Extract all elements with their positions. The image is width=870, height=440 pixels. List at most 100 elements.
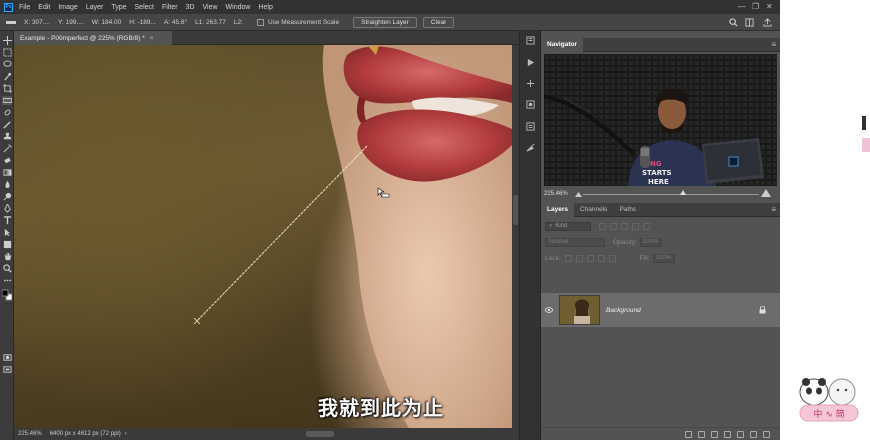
zoom-tool-icon[interactable]: [2, 264, 12, 273]
filter-smart-object-icon[interactable]: [643, 222, 650, 230]
pen-tool-icon[interactable]: [2, 204, 12, 213]
status-doc-size: 6400 px x 4612 px (72 ppi): [49, 431, 121, 437]
color-swatches-icon[interactable]: [2, 289, 12, 301]
layer-name[interactable]: Background: [606, 307, 641, 314]
menu-edit[interactable]: Edit: [38, 4, 50, 11]
navigator-zoom-value[interactable]: 225.46%: [544, 191, 568, 197]
document-tab[interactable]: Example - PiXimperfect @ 225% (RGB/8) * …: [14, 31, 172, 45]
layers-panel-menu-icon[interactable]: ≡: [771, 205, 776, 214]
menu-file[interactable]: File: [19, 4, 30, 11]
menu-window[interactable]: Window: [226, 4, 251, 11]
clear-button[interactable]: Clear: [422, 16, 455, 28]
blur-tool-icon[interactable]: [2, 180, 12, 189]
workspace-icon[interactable]: [745, 18, 754, 27]
lock-all-icon[interactable]: [608, 254, 616, 262]
zoom-out-icon[interactable]: [575, 191, 582, 197]
layer-thumbnail: [559, 295, 600, 325]
filter-type-icon[interactable]: [621, 222, 628, 230]
brush-tool-icon[interactable]: [2, 120, 12, 129]
menu-3d[interactable]: 3D: [186, 4, 195, 11]
delete-layer-icon[interactable]: [763, 430, 770, 438]
actions-play-icon[interactable]: [526, 58, 535, 67]
tab-navigator[interactable]: Navigator: [541, 37, 583, 52]
history-brush-tool-icon[interactable]: [2, 144, 12, 153]
layer-row-background[interactable]: Background: [541, 293, 780, 327]
shape-tool-icon[interactable]: [2, 240, 12, 249]
move-tool-icon[interactable]: [2, 36, 12, 45]
layer-style-icon[interactable]: [698, 430, 705, 438]
lock-artboard-icon[interactable]: [597, 254, 605, 262]
search-icon[interactable]: [729, 18, 738, 27]
tab-layers[interactable]: Layers: [541, 202, 574, 217]
layer-kind-filter[interactable]: ⌕ Kind: [545, 221, 591, 231]
new-layer-icon[interactable]: [750, 430, 757, 438]
eraser-tool-icon[interactable]: [2, 156, 12, 165]
stamp-tool-icon[interactable]: [2, 132, 12, 141]
tab-channels[interactable]: Channels: [574, 203, 613, 217]
filter-adjustment-icon[interactable]: [610, 222, 617, 230]
history-panel-icon[interactable]: [526, 36, 535, 45]
adjustments-icon[interactable]: [526, 79, 535, 88]
status-arrow-icon[interactable]: ›: [125, 431, 127, 437]
new-adjustment-icon[interactable]: [724, 430, 731, 438]
document-canvas[interactable]: [14, 45, 512, 428]
lock-position-icon[interactable]: [586, 254, 594, 262]
ruler-tool-icon[interactable]: [2, 96, 12, 105]
vertical-scroll-thumb[interactable]: [513, 195, 518, 225]
fill-input[interactable]: 100%: [652, 253, 675, 263]
gradient-tool-icon[interactable]: [2, 168, 12, 177]
menu-filter[interactable]: Filter: [162, 4, 178, 11]
menu-view[interactable]: View: [203, 4, 218, 11]
close-window-button[interactable]: ✕: [766, 2, 773, 11]
new-group-icon[interactable]: [737, 430, 744, 438]
share-icon[interactable]: [763, 18, 772, 27]
tab-paths[interactable]: Paths: [613, 203, 642, 217]
options-bar: X: 307.... Y: 199.... W: 184.00 H: -189.…: [0, 14, 780, 31]
lock-transparent-icon[interactable]: [564, 254, 572, 262]
type-tool-icon[interactable]: [2, 216, 12, 225]
minimize-button[interactable]: —: [738, 2, 746, 11]
maximize-button[interactable]: ❐: [752, 2, 759, 11]
properties-icon[interactable]: [526, 122, 535, 131]
menu-help[interactable]: Help: [258, 4, 272, 11]
quick-select-tool-icon[interactable]: [2, 72, 12, 81]
navigator-zoom-knob[interactable]: [680, 190, 686, 195]
menu-image[interactable]: Image: [58, 4, 77, 11]
canvas-vertical-scrollbar[interactable]: [512, 45, 519, 428]
menu-type[interactable]: Type: [111, 4, 126, 11]
straighten-layer-button[interactable]: Straighten Layer: [353, 16, 417, 28]
eye-icon[interactable]: [541, 307, 557, 313]
zoom-in-icon[interactable]: [761, 189, 771, 197]
filter-pixel-icon[interactable]: [599, 222, 606, 230]
menu-select[interactable]: Select: [135, 4, 154, 11]
lock-pixels-icon[interactable]: [575, 254, 583, 262]
screen-mode-icon[interactable]: [2, 365, 12, 374]
photo-content: [193, 45, 512, 428]
navigator-preview[interactable]: KING STARTS HERE: [544, 54, 777, 186]
swatches-icon[interactable]: [526, 100, 535, 109]
hand-tool-icon[interactable]: [2, 252, 12, 261]
close-document-icon[interactable]: ×: [150, 35, 154, 42]
menu-layer[interactable]: Layer: [86, 4, 104, 11]
path-select-tool-icon[interactable]: [2, 228, 12, 237]
measurement-scale-checkbox[interactable]: [256, 18, 264, 26]
quick-mask-icon[interactable]: [2, 353, 12, 362]
add-mask-icon[interactable]: [711, 430, 718, 438]
opacity-input[interactable]: 100%: [639, 237, 662, 247]
marquee-tool-icon[interactable]: [2, 48, 12, 57]
healing-brush-tool-icon[interactable]: [2, 108, 12, 117]
ruler-tool-icon[interactable]: [6, 20, 16, 24]
brush-settings-icon[interactable]: [526, 143, 535, 152]
measure-line[interactable]: [196, 145, 368, 322]
status-zoom[interactable]: 225.46%: [18, 431, 42, 437]
blend-mode-select[interactable]: Normal: [545, 237, 605, 247]
horizontal-scroll-thumb[interactable]: [306, 431, 334, 437]
navigator-zoom-slider[interactable]: [583, 194, 759, 195]
lasso-tool-icon[interactable]: [2, 60, 12, 69]
dodge-tool-icon[interactable]: [2, 192, 12, 201]
filter-shape-icon[interactable]: [632, 222, 639, 230]
more-tools-icon[interactable]: [2, 276, 12, 285]
link-layers-icon[interactable]: [685, 430, 692, 438]
panel-menu-icon[interactable]: ≡: [771, 40, 776, 49]
crop-tool-icon[interactable]: [2, 84, 12, 93]
